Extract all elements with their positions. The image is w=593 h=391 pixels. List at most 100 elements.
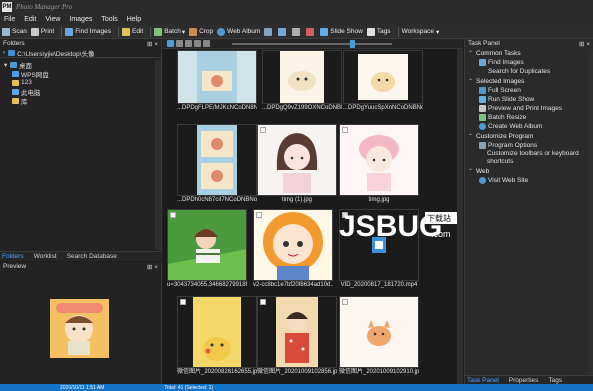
folders-scrollbar[interactable] bbox=[155, 60, 161, 250]
folder-path-bar[interactable]: ‹ C:\Users\yjie\Desktop\头像 bbox=[0, 48, 161, 58]
view-mode-icon[interactable] bbox=[167, 40, 174, 47]
tree-item-wps[interactable]: WPS网盘 bbox=[4, 69, 161, 79]
chevron-down-icon: ▾ bbox=[435, 28, 440, 36]
print-button[interactable]: Print bbox=[30, 27, 54, 36]
select-checkbox[interactable] bbox=[342, 299, 348, 305]
task-customize-shortcuts[interactable]: Customize toolbars or keyboard shortcuts bbox=[465, 150, 593, 166]
menu-file[interactable]: File bbox=[4, 16, 15, 23]
tree-label: 123 bbox=[21, 79, 32, 86]
thumbnail-item[interactable]: timg (1).jpg bbox=[257, 124, 337, 205]
delete-button[interactable] bbox=[306, 27, 316, 36]
tree-item-library[interactable]: 库 bbox=[4, 96, 161, 106]
slide-show-button[interactable]: Slide Show bbox=[320, 27, 363, 36]
task-panel-scrollbar[interactable] bbox=[588, 49, 593, 374]
task-search-duplicates[interactable]: Search for Duplicates bbox=[465, 67, 593, 76]
task-label: Program Options bbox=[488, 142, 538, 149]
scan-button[interactable]: Scan bbox=[2, 27, 27, 36]
task-program-options[interactable]: Program Options bbox=[465, 141, 593, 150]
thumbnail-item[interactable]: v2-cc8bc1e7bf20f8634ad10d... bbox=[253, 209, 333, 290]
task-batch-resize[interactable]: Batch Resize bbox=[465, 113, 593, 122]
collapse-icon[interactable]: ⌃ bbox=[468, 50, 474, 57]
menu-tools[interactable]: Tools bbox=[101, 16, 117, 23]
thumbnail-caption: v2-cc8bc1e7bf20f8634ad10d... bbox=[253, 282, 333, 288]
thumbnail-item[interactable]: ...DPDh0cN87ciI7NCoDNBNo_1... bbox=[177, 124, 257, 205]
section-web[interactable]: ⌃ Web bbox=[465, 167, 593, 176]
crop-button[interactable]: Crop bbox=[189, 27, 213, 36]
thumbnail-item[interactable]: ...DPDgQ9vZ199OXNCoDNBNo_1... bbox=[262, 50, 342, 113]
select-checkbox[interactable] bbox=[170, 212, 176, 218]
folder-path: C:\Users\yjie\Desktop\头像 bbox=[17, 50, 95, 58]
task-label: Visit Web Site bbox=[488, 177, 529, 184]
thumbnail-item[interactable]: ...DPDgYuucSpXnNCoDNBNo_1... bbox=[343, 50, 423, 113]
thumbnail-caption: ...DPDgFLPE/MJKcNCoDN8No_1... bbox=[177, 105, 257, 111]
thumbnail-item[interactable]: 微信图片_20200826162655.jpg bbox=[177, 296, 257, 377]
batch-button[interactable]: Batch ▾ bbox=[154, 27, 185, 36]
zoom-slider[interactable] bbox=[232, 39, 392, 48]
menu-help[interactable]: Help bbox=[127, 16, 141, 23]
menu-images[interactable]: Images bbox=[69, 16, 92, 23]
status-date: 2020/10/11 1:51 AM bbox=[60, 384, 105, 391]
section-common-tasks[interactable]: ⌃ Common Tasks bbox=[465, 49, 593, 58]
tab-folders[interactable]: Folders bbox=[0, 253, 26, 260]
close-icon[interactable]: × bbox=[154, 264, 158, 271]
collapse-icon[interactable]: ⌃ bbox=[468, 168, 474, 175]
chevron-left-icon[interactable]: ‹ bbox=[3, 49, 5, 56]
tags-button[interactable]: Tags bbox=[366, 27, 391, 36]
select-checkbox[interactable] bbox=[342, 127, 348, 133]
find-images-button[interactable]: Find Images bbox=[65, 27, 111, 36]
thumbnail-item[interactable]: 微信图片_20201009102856.jpg bbox=[257, 296, 337, 377]
thumbnail-item[interactable]: 微信图片_20201009102910.jpg bbox=[339, 296, 419, 377]
batch-icon bbox=[154, 27, 163, 36]
pin-icon[interactable]: ⊞ bbox=[579, 41, 584, 48]
delete-icon bbox=[306, 27, 315, 36]
section-customize-program[interactable]: ⌃ Customize Program bbox=[465, 132, 593, 141]
tab-search-database[interactable]: Search Database bbox=[65, 253, 119, 260]
folders-panel: Folders ⊞ × ‹ C:\Users\yjie\Desktop\头像 ▾… bbox=[0, 39, 162, 260]
task-full-screen[interactable]: Full Screen bbox=[465, 86, 593, 95]
tree-item-this-pc[interactable]: 此电脑 bbox=[4, 87, 161, 97]
globe-icon bbox=[479, 177, 486, 184]
thumbnail-item[interactable]: ...DPDgFLPE/MJKcNCoDN8No_1... bbox=[177, 50, 257, 113]
pin-icon[interactable]: ⊞ bbox=[147, 264, 152, 271]
tab-tags[interactable]: Tags bbox=[546, 377, 564, 384]
task-visit-web-site[interactable]: Visit Web Site bbox=[465, 176, 593, 185]
task-run-slide-show[interactable]: Run Slide Show bbox=[465, 95, 593, 104]
girl-illustration-icon bbox=[168, 210, 246, 280]
workspace-dropdown[interactable]: Workspace ▾ bbox=[402, 28, 440, 36]
pin-icon[interactable]: ⊞ bbox=[147, 41, 152, 48]
copy-button[interactable] bbox=[292, 27, 302, 36]
menu-view[interactable]: View bbox=[45, 16, 60, 23]
select-checkbox[interactable] bbox=[180, 299, 186, 305]
select-checkbox[interactable] bbox=[256, 212, 262, 218]
menu-edit[interactable]: Edit bbox=[24, 16, 36, 23]
globe-icon bbox=[217, 27, 226, 36]
select-checkbox[interactable] bbox=[260, 299, 266, 305]
refresh-icon[interactable] bbox=[203, 40, 210, 47]
collapse-icon[interactable]: ⌃ bbox=[468, 78, 474, 85]
edit-button[interactable]: Edit bbox=[121, 27, 143, 36]
select-icon[interactable] bbox=[194, 40, 201, 47]
sort-icon[interactable] bbox=[176, 40, 183, 47]
collapse-icon[interactable]: ⌃ bbox=[468, 133, 474, 140]
tab-task-panel[interactable]: Task Panel bbox=[465, 377, 501, 384]
task-find-images[interactable]: Find Images bbox=[465, 58, 593, 67]
task-preview-print[interactable]: Preview and Print Images bbox=[465, 104, 593, 113]
rotate-left-button[interactable] bbox=[264, 27, 274, 36]
close-icon[interactable]: × bbox=[586, 41, 590, 48]
web-album-button[interactable]: Web Album bbox=[217, 27, 260, 36]
task-create-web-album[interactable]: Create Web Album bbox=[465, 122, 593, 131]
task-panel: Task Panel ⊞ × ⌃ Common Tasks Find Images… bbox=[464, 39, 593, 384]
rotate-right-button[interactable] bbox=[278, 27, 288, 36]
folder-icon bbox=[12, 79, 19, 86]
select-checkbox[interactable] bbox=[260, 127, 266, 133]
thumbnail-item[interactable]: u=3043734055,34668279918f... bbox=[167, 209, 247, 290]
filter-icon[interactable] bbox=[185, 40, 192, 47]
thumbnail-caption: 微信图片_20200826162655.jpg bbox=[177, 369, 257, 375]
status-total: Total: 41 (Selected: 1) bbox=[164, 384, 214, 391]
thumbnail-item[interactable]: timg.jpg bbox=[339, 124, 419, 205]
tab-properties[interactable]: Properties bbox=[507, 377, 541, 384]
zoom-slider-thumb[interactable] bbox=[350, 39, 355, 48]
section-selected-images[interactable]: ⌃ Selected Images bbox=[465, 77, 593, 86]
close-icon[interactable]: × bbox=[154, 41, 158, 48]
tab-worklist[interactable]: Worklist bbox=[32, 253, 59, 260]
